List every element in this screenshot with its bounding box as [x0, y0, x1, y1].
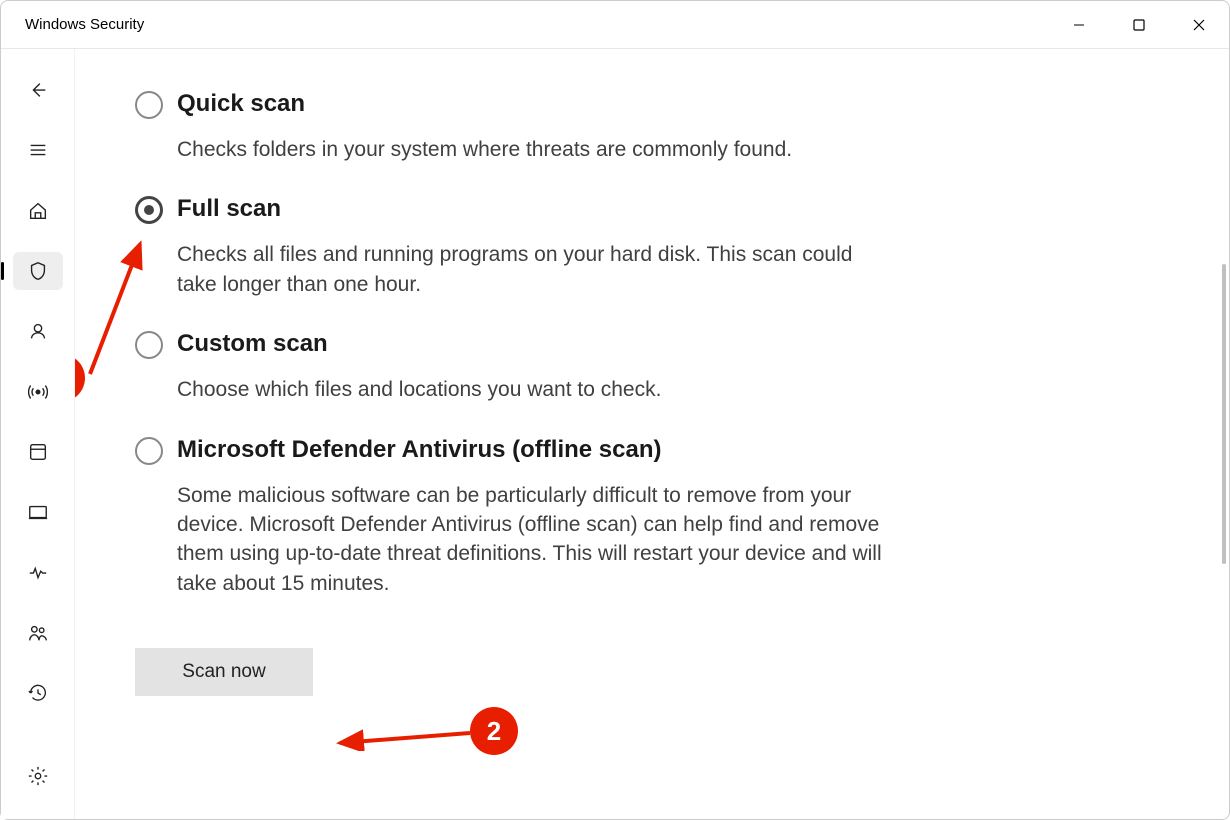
option-title: Quick scan — [177, 89, 792, 119]
scan-options-panel: Quick scan Checks folders in your system… — [75, 49, 1229, 819]
menu-icon — [27, 139, 49, 161]
option-full-scan: Full scan Checks all files and running p… — [135, 194, 1169, 299]
minimize-button[interactable] — [1049, 1, 1109, 48]
nav-protection-history[interactable] — [13, 674, 63, 712]
option-description: Checks all files and running programs on… — [177, 240, 897, 299]
option-description: Some malicious software can be particula… — [177, 481, 897, 599]
nav-account-protection[interactable] — [13, 312, 63, 350]
annotation-badge-1: 1 — [75, 354, 85, 402]
back-button[interactable] — [13, 71, 63, 109]
window-controls — [1049, 1, 1229, 48]
title-bar: Windows Security — [1, 1, 1229, 49]
nav-device-performance[interactable] — [13, 554, 63, 592]
option-quick-scan: Quick scan Checks folders in your system… — [135, 89, 1169, 164]
option-title: Full scan — [177, 194, 897, 224]
annotation-badge-2: 2 — [470, 707, 518, 755]
nav-virus-protection[interactable] — [13, 252, 63, 290]
nav-settings[interactable] — [13, 757, 63, 795]
scan-now-button[interactable]: Scan now — [135, 648, 313, 696]
nav-rail — [1, 49, 75, 819]
option-description: Choose which files and locations you wan… — [177, 375, 661, 404]
maximize-button[interactable] — [1109, 1, 1169, 48]
history-icon — [27, 682, 49, 704]
nav-app-browser[interactable] — [13, 433, 63, 471]
radio-full-scan[interactable] — [135, 196, 163, 224]
menu-button[interactable] — [13, 131, 63, 169]
back-icon — [27, 79, 49, 101]
shield-icon — [27, 260, 49, 282]
nav-home[interactable] — [13, 192, 63, 230]
close-button[interactable] — [1169, 1, 1229, 48]
account-icon — [27, 320, 49, 342]
home-icon — [27, 200, 49, 222]
app-icon — [27, 441, 49, 463]
settings-icon — [27, 765, 49, 787]
option-description: Checks folders in your system where thre… — [177, 135, 792, 164]
nav-firewall[interactable] — [13, 373, 63, 411]
option-custom-scan: Custom scan Choose which files and locat… — [135, 329, 1169, 404]
scrollbar-thumb[interactable] — [1222, 264, 1226, 564]
health-icon — [27, 562, 49, 584]
family-icon — [27, 622, 49, 644]
radio-custom-scan[interactable] — [135, 331, 163, 359]
nav-device-security[interactable] — [13, 493, 63, 531]
radio-offline-scan[interactable] — [135, 437, 163, 465]
network-icon — [27, 381, 49, 403]
option-title: Microsoft Defender Antivirus (offline sc… — [177, 435, 897, 465]
option-title: Custom scan — [177, 329, 661, 359]
annotation-arrow-2 — [330, 721, 475, 751]
window-title: Windows Security — [25, 16, 144, 33]
option-offline-scan: Microsoft Defender Antivirus (offline sc… — [135, 435, 1169, 599]
radio-quick-scan[interactable] — [135, 91, 163, 119]
nav-family-options[interactable] — [13, 614, 63, 652]
device-icon — [27, 501, 49, 523]
